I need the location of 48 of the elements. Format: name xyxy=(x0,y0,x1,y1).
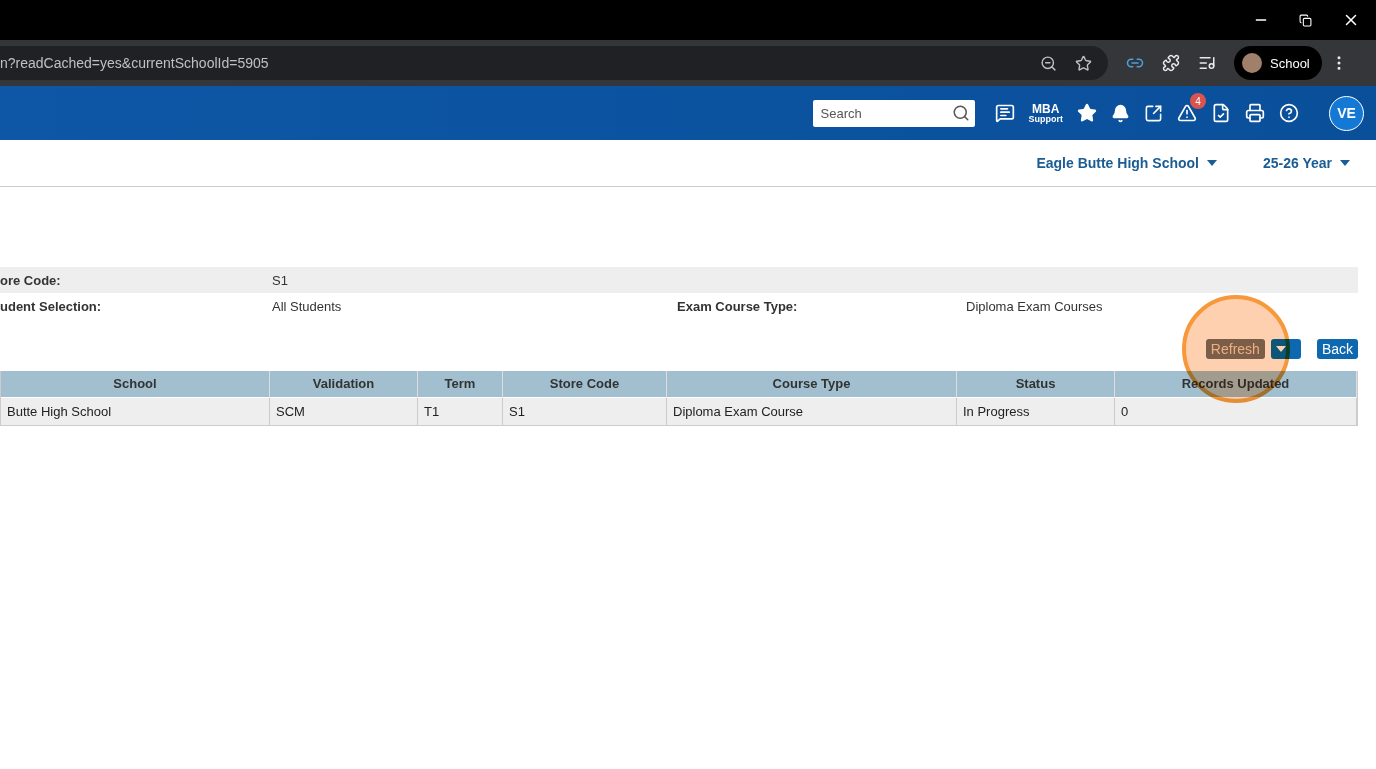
document-check-icon[interactable] xyxy=(1211,103,1231,123)
print-icon[interactable] xyxy=(1245,103,1265,123)
caret-icon xyxy=(1340,160,1350,166)
address-bar[interactable]: n?readCached=yes&currentSchoolId=5905 xyxy=(0,46,1108,80)
restore-icon[interactable] xyxy=(1299,13,1312,27)
star-icon[interactable] xyxy=(1077,103,1097,123)
zoom-icon[interactable] xyxy=(1040,54,1057,72)
year-selector[interactable]: 25-26 Year xyxy=(1262,155,1350,171)
column-header: School xyxy=(1,371,270,397)
external-link-icon[interactable] xyxy=(1144,103,1163,123)
profile-button[interactable]: School xyxy=(1234,46,1322,80)
table-cell: SCM xyxy=(270,397,418,425)
alert-icon[interactable] xyxy=(1177,103,1197,123)
message-icon[interactable] xyxy=(994,103,1015,123)
search-field[interactable]: Search xyxy=(812,99,975,127)
field-value: Diploma Exam Courses xyxy=(966,298,1104,314)
column-header: Status xyxy=(957,371,1115,397)
table-cell: T1 xyxy=(418,397,503,425)
extensions-icon[interactable] xyxy=(1162,54,1180,72)
column-header: Store Code xyxy=(503,371,667,397)
url-text: n?readCached=yes&currentSchoolId=5905 xyxy=(0,55,269,71)
field-value: All Students xyxy=(272,298,343,314)
back-button[interactable]: Back xyxy=(1316,339,1358,359)
table-cell: In Progress xyxy=(957,397,1115,425)
column-header: Term xyxy=(418,371,503,397)
playlist-icon[interactable] xyxy=(1198,54,1216,72)
field-value: S1 xyxy=(272,272,289,288)
search-icon[interactable] xyxy=(951,103,970,122)
table-cell: Diploma Exam Course xyxy=(667,397,957,425)
avatar-icon xyxy=(1242,53,1262,73)
support-link[interactable]: MBA Support xyxy=(1028,102,1063,124)
bookmark-star-icon[interactable] xyxy=(1075,54,1092,72)
column-header: Validation xyxy=(270,371,418,397)
field-label: udent Selection: xyxy=(0,298,103,314)
alert-count-badge: 4 xyxy=(1190,93,1206,109)
help-icon[interactable] xyxy=(1279,103,1299,123)
field-label: ore Code: xyxy=(0,272,62,288)
school-selector[interactable]: Eagle Butte High School xyxy=(1036,155,1217,171)
table-cell: Butte High School xyxy=(1,397,270,425)
caret-icon xyxy=(1275,346,1286,352)
bell-icon[interactable] xyxy=(1111,103,1130,123)
user-avatar[interactable]: VE xyxy=(1329,95,1364,131)
field-label: Exam Course Type: xyxy=(677,298,799,314)
table-cell: S1 xyxy=(503,397,667,425)
dropdown-button[interactable] xyxy=(1270,339,1301,359)
caret-icon xyxy=(1206,160,1217,166)
table-cell: 0 xyxy=(1115,397,1357,425)
column-header: Course Type xyxy=(667,371,957,397)
